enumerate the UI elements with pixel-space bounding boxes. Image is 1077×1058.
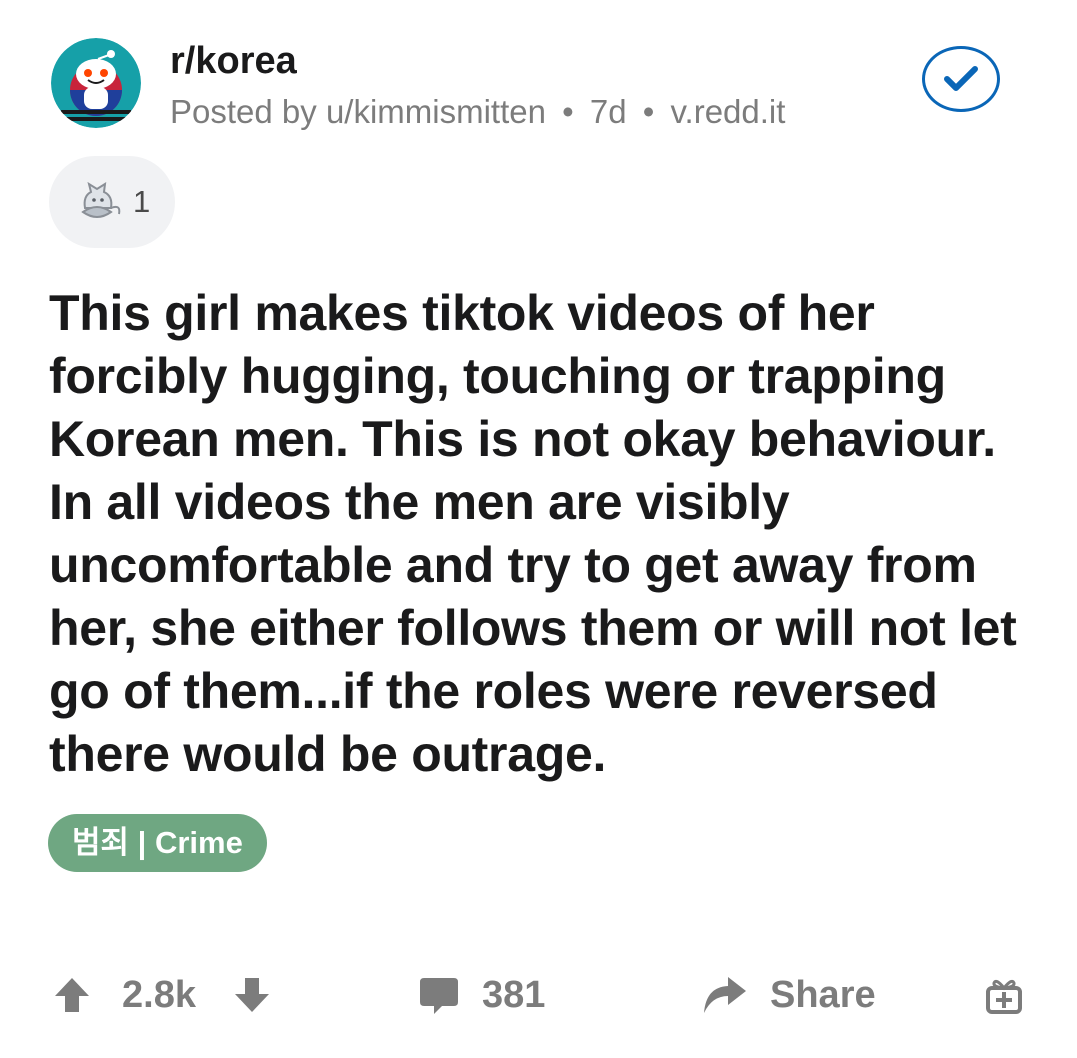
- downvote-button[interactable]: [232, 962, 272, 1028]
- subreddit-avatar-icon[interactable]: [51, 38, 141, 128]
- post-action-bar: 2.8k 381 Share: [0, 962, 1077, 1028]
- downvote-arrow-icon: [235, 978, 269, 1012]
- joined-button[interactable]: [922, 46, 1000, 112]
- award-count: 1: [133, 184, 151, 219]
- share-button[interactable]: Share: [700, 962, 876, 1028]
- give-award-button[interactable]: [984, 962, 1024, 1028]
- meta-separator: •: [562, 93, 574, 130]
- award-pill[interactable]: 1: [49, 156, 175, 248]
- share-label: Share: [770, 973, 876, 1016]
- check-icon: [944, 66, 978, 91]
- post-title[interactable]: This girl makes tiktok videos of her for…: [49, 282, 1039, 786]
- posted-by-prefix: Posted by: [170, 93, 317, 130]
- award-icon: [81, 181, 121, 218]
- share-arrow-icon: [704, 977, 746, 1013]
- comment-count: 381: [482, 973, 546, 1016]
- gift-icon: [986, 979, 1022, 1014]
- vote-score: 2.8k: [122, 973, 196, 1016]
- post-domain[interactable]: v.redd.it: [671, 93, 786, 130]
- upvote-button[interactable]: [52, 962, 92, 1028]
- post-flair[interactable]: 범죄 | Crime: [48, 814, 267, 872]
- author-link[interactable]: u/kimmismitten: [326, 93, 546, 130]
- subreddit-name[interactable]: r/korea: [170, 38, 297, 84]
- meta-separator: •: [642, 93, 655, 130]
- comments-button[interactable]: 381: [418, 962, 545, 1028]
- upvote-arrow-icon: [55, 978, 89, 1012]
- post-meta: Posted by u/kimmismitten • 7d • v.redd.i…: [170, 92, 785, 132]
- comment-bubble-icon: [420, 978, 458, 1014]
- post-age: 7d: [589, 93, 627, 130]
